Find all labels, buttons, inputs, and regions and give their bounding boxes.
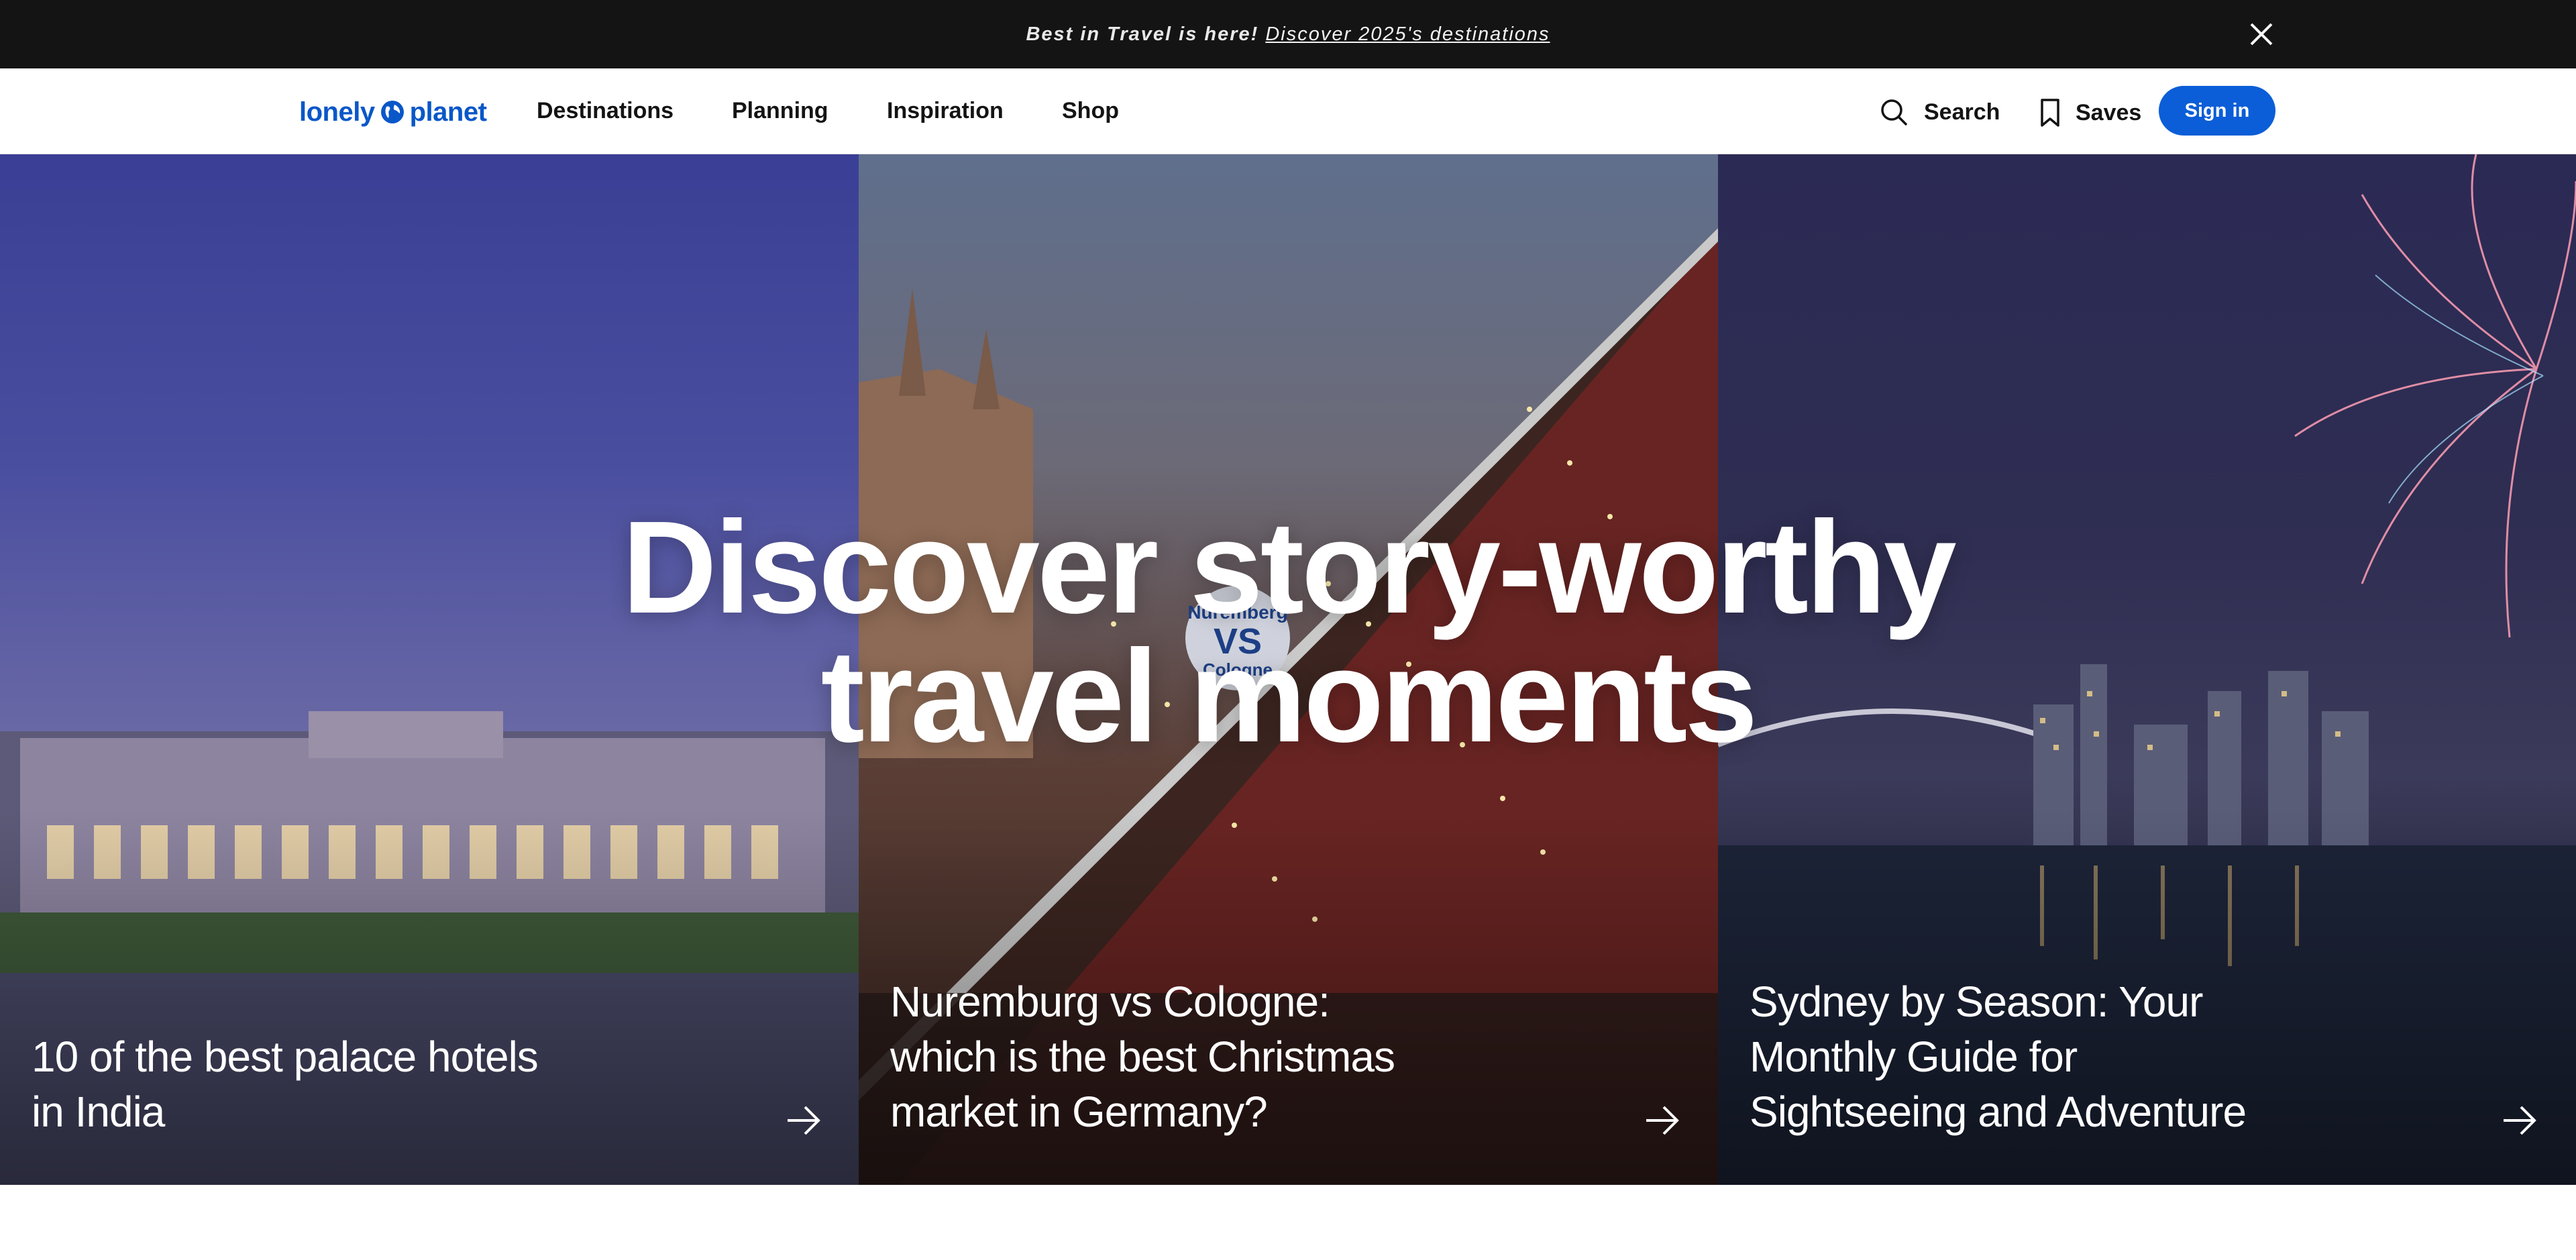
headline-line-1: Discover story-worthy — [622, 494, 1956, 641]
hero-section: 10 of the best palace hotels in India Nu… — [0, 154, 2576, 1185]
search-button[interactable]: Search — [1880, 98, 2000, 126]
card-title-line: Monthly Guide for — [1750, 1033, 2078, 1081]
arrow-right-icon[interactable] — [2500, 1100, 2540, 1141]
nav-shop[interactable]: Shop — [1062, 98, 1119, 124]
card-title-line: 10 of the best palace hotels — [32, 1033, 539, 1081]
nav-destinations[interactable]: Destinations — [537, 98, 674, 124]
card-title: Sydney by Season: Your Monthly Guide for… — [1750, 974, 2247, 1139]
saves-label: Saves — [2076, 99, 2142, 125]
sign-in-button[interactable]: Sign in — [2159, 86, 2275, 136]
site-header: lonely planet Destinations Planning Insp… — [0, 68, 2576, 154]
hero-headline: Discover story-worthy travel moments — [0, 494, 2576, 770]
headline-line-2: travel moments — [820, 623, 1758, 770]
card-title: Nuremburg vs Cologne: which is the best … — [890, 974, 1395, 1139]
card-title-line: in India — [32, 1088, 165, 1136]
arrow-right-icon[interactable] — [1642, 1100, 1682, 1141]
card-title-line: Nuremburg vs Cologne: — [890, 978, 1330, 1026]
globe-icon — [380, 101, 404, 123]
nav-planning[interactable]: Planning — [732, 98, 828, 124]
search-icon — [1881, 99, 1907, 125]
bookmark-icon — [2041, 99, 2059, 127]
logo-word-right: planet — [409, 97, 487, 127]
arrow-right-icon[interactable] — [784, 1100, 824, 1141]
card-title-line: Sydney by Season: Your — [1750, 978, 2203, 1026]
card-title-line: market in Germany? — [890, 1088, 1268, 1136]
announcement-bar: Best in Travel is here! Discover 2025's … — [0, 0, 2576, 68]
saves-button[interactable]: Saves — [2039, 98, 2141, 127]
announcement-link[interactable]: Discover 2025's destinations — [1265, 23, 1550, 46]
lonely-planet-logo[interactable]: lonely planet — [299, 95, 487, 129]
search-label: Search — [1924, 99, 2000, 125]
card-title-line: which is the best Christmas — [890, 1033, 1395, 1081]
logo-word-left: lonely — [299, 97, 375, 127]
announcement-text: Best in Travel is here! — [1026, 23, 1259, 45]
nav-inspiration[interactable]: Inspiration — [887, 98, 1004, 124]
card-title-line: Sightseeing and Adventure — [1750, 1088, 2247, 1136]
close-icon[interactable] — [2245, 17, 2278, 51]
card-title: 10 of the best palace hotels in India — [32, 1029, 539, 1139]
